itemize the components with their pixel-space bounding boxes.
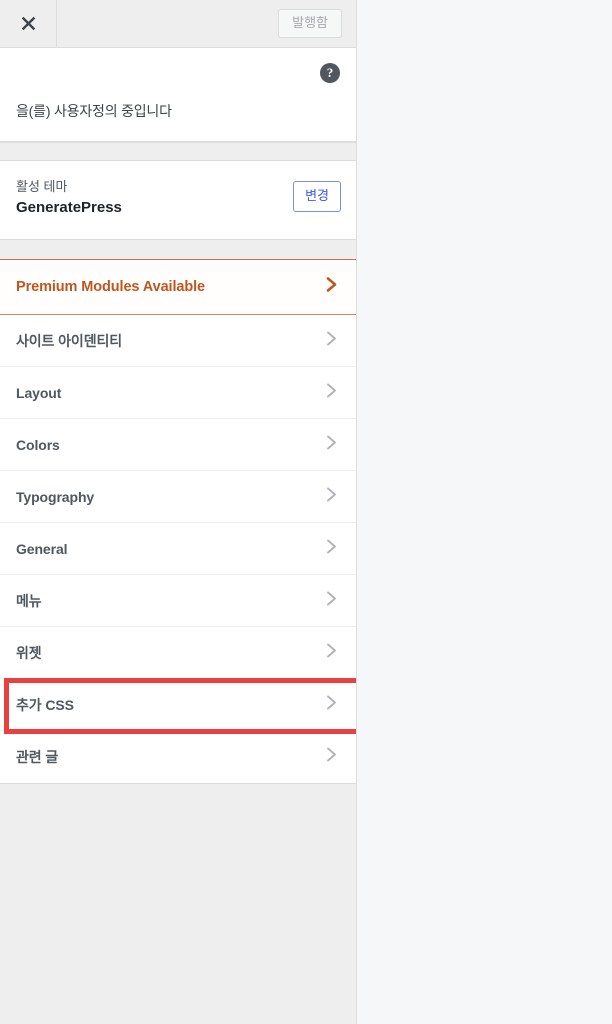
section-row-label: 관련 글: [16, 749, 59, 765]
publish-button[interactable]: 발행함: [278, 8, 342, 39]
site-preview-area: [358, 0, 612, 1024]
customizer-screen: 발행함 ? 을(를) 사용자정의 중입니다 활성 테마 GeneratePres…: [0, 0, 612, 1024]
chevron-right-icon: [325, 589, 338, 612]
chevron-right-icon: [325, 381, 338, 404]
customizing-title: 을(를) 사용자정의 중입니다: [16, 103, 172, 119]
section-row-label: Colors: [16, 436, 60, 453]
chevron-right-icon: [325, 276, 338, 299]
panel-header: 발행함: [0, 0, 356, 48]
section-row-label: Premium Modules Available: [16, 279, 206, 295]
section-row-label: 위젯: [16, 644, 42, 661]
customizer-section-list: Premium Modules Available 사이트 아이덴티티 Layout…: [0, 259, 356, 784]
header-spacer: [57, 0, 278, 47]
section-row-6[interactable]: 메뉴: [0, 575, 356, 627]
panel-empty-filler: [0, 784, 356, 1024]
help-icon[interactable]: ?: [320, 63, 340, 83]
chevron-right-icon: [325, 746, 338, 769]
chevron-right-icon: [325, 537, 338, 560]
section-row-9[interactable]: 관련 글: [0, 731, 356, 783]
customizing-strip: ? 을(를) 사용자정의 중입니다: [0, 48, 356, 142]
section-row-label: 사이트 아이덴티티: [16, 332, 123, 349]
section-row-0[interactable]: Premium Modules Available: [0, 259, 356, 315]
section-row-2[interactable]: Layout: [0, 367, 356, 419]
section-row-3[interactable]: Colors: [0, 419, 356, 471]
chevron-right-icon: [325, 329, 338, 352]
close-button[interactable]: [0, 0, 57, 47]
chevron-right-icon: [325, 693, 338, 716]
chevron-right-icon: [325, 641, 338, 664]
chevron-right-icon: [325, 485, 338, 508]
change-theme-button[interactable]: 변경: [293, 181, 341, 213]
close-x-icon: [20, 15, 37, 32]
spacer-band-top: [0, 142, 356, 161]
chevron-right-icon: [325, 433, 338, 456]
section-row-label: 메뉴: [16, 592, 42, 609]
customizer-panel: 발행함 ? 을(를) 사용자정의 중입니다 활성 테마 GeneratePres…: [0, 0, 357, 1024]
section-row-8[interactable]: 추가 CSS: [0, 679, 356, 731]
section-row-label: 추가 CSS: [16, 696, 74, 713]
section-row-label: Typography: [16, 488, 95, 505]
spacer-band-middle: [0, 239, 356, 259]
section-row-1[interactable]: 사이트 아이덴티티: [0, 315, 356, 367]
section-row-5[interactable]: General: [0, 523, 356, 575]
active-theme-name: GeneratePress: [16, 199, 122, 216]
publish-area: 발행함: [278, 0, 356, 47]
section-row-4[interactable]: Typography: [0, 471, 356, 523]
active-theme-block: 활성 테마 GeneratePress 변경: [0, 161, 356, 239]
section-row-7[interactable]: 위젯: [0, 627, 356, 679]
section-row-label: General: [16, 540, 68, 557]
active-theme-label: 활성 테마: [16, 179, 68, 194]
section-row-label: Layout: [16, 384, 62, 401]
